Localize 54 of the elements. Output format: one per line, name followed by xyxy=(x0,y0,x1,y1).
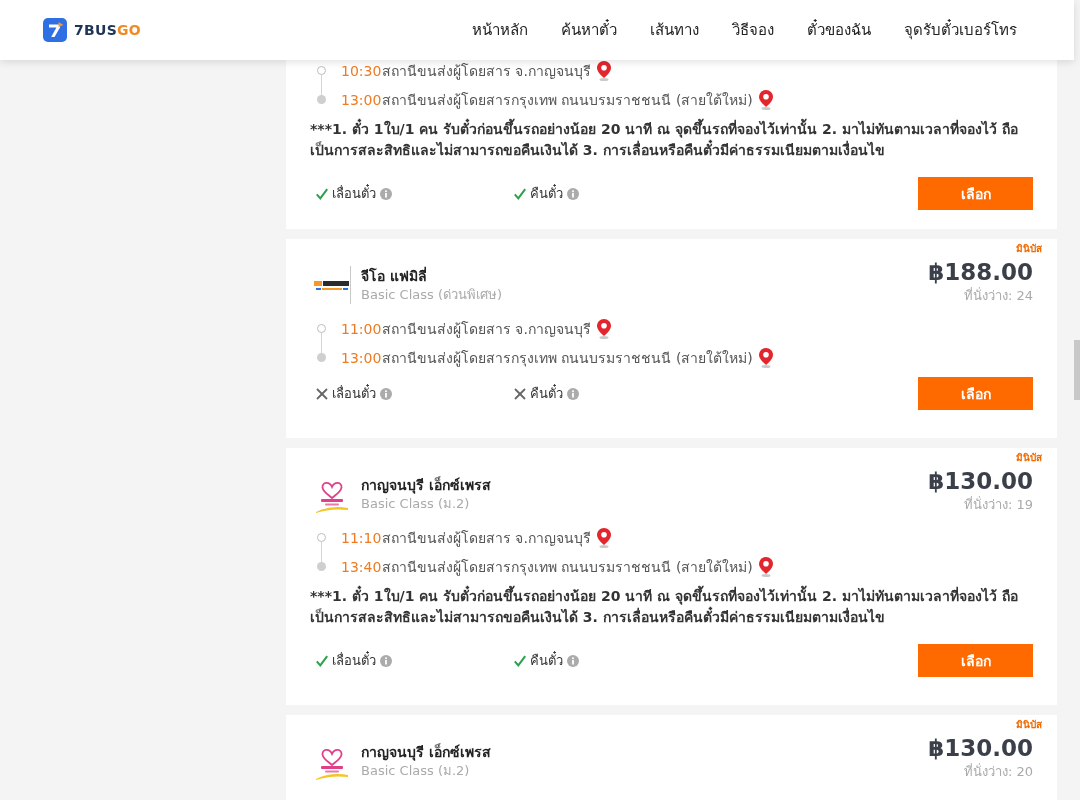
location-pin-icon[interactable] xyxy=(596,318,611,339)
operator-name: จีโอ แฟมิลี่ xyxy=(361,266,427,286)
seats-available: ที่นั่งว่าง: 20 xyxy=(963,762,1033,781)
ticket-price: ฿130.00 xyxy=(928,467,1033,495)
bus-type-label: มินิบัส xyxy=(1016,718,1042,732)
station-name: สถานีขนส่งผู้โดยสาร จ.กาญจนบุรี xyxy=(382,528,591,549)
ticket-conditions-text: ***1. ตั๋ว 1ใบ/1 คน รับตั๋วก่อนขึ้นรถอย่างน้อย 20 นาที ณ จุดขึ้นรถที่จองไว้เท่านั้น 2. มาไม่ทันตามเวลาที่จองไว้ ถือเป็นการสละสิทธิและไม่สามารถขอคืนเงินได้ 3. การเลื่อนหรือคืนตั๋วมีค่าธรรมเนียมตามเงื่อนไข xyxy=(310,586,1033,628)
stop-time: 11:00 xyxy=(341,320,382,337)
policy-label: คืนตั๋ว xyxy=(530,183,563,203)
station-name: สถานีขนส่งผู้โดยสาร จ.กาญจนบุรี xyxy=(382,61,591,82)
logo-text[interactable]: 7BUSGO xyxy=(74,22,142,38)
policy-label: เลื่อนตั๋ว xyxy=(332,183,376,203)
nav-link[interactable]: ค้นหาตั๋ว xyxy=(561,18,617,42)
stop-time: 13:00 xyxy=(341,349,382,366)
bus-type-label: มินิบัส xyxy=(1016,242,1042,256)
bus-type-label: มินิบัส xyxy=(1016,451,1042,465)
location-pin-icon[interactable] xyxy=(758,347,773,368)
policy-label: เลื่อนตั๋ว xyxy=(332,650,376,670)
stop-time: 13:40 xyxy=(341,558,382,575)
location-pin-icon[interactable] xyxy=(596,60,611,81)
scrollbar-thumb[interactable] xyxy=(1074,340,1080,400)
departure-dot xyxy=(316,66,326,75)
nav-link[interactable]: หน้าหลัก xyxy=(472,18,528,42)
policy-label: เลื่อนตั๋ว xyxy=(332,383,376,403)
stop-time: 10:30 xyxy=(341,62,382,79)
bus-class: Basic Class (ม.2) xyxy=(361,495,470,513)
station-name: สถานีขนส่งผู้โดยสาร จ.กาญจนบุรี xyxy=(382,319,591,340)
stop-time: 11:10 xyxy=(341,529,382,546)
nav-link[interactable]: ตั๋วของฉัน xyxy=(807,18,871,42)
ticket-price: ฿188.00 xyxy=(928,258,1033,286)
policy-label: คืนตั๋ว xyxy=(530,383,563,403)
departure-dot xyxy=(316,533,326,542)
location-pin-icon[interactable] xyxy=(596,527,611,548)
bus-class: Basic Class (ด่วนพิเศษ) xyxy=(361,286,503,304)
ticket-price: ฿130.00 xyxy=(928,734,1033,762)
location-pin-icon[interactable] xyxy=(758,89,773,110)
station-name: สถานีขนส่งผู้โดยสารกรุงเทพ ถนนบรมราชชนนี (สายใต้ใหม่) xyxy=(382,90,753,111)
operator-name: กาญจนบุรี เอ็กซ์เพรส xyxy=(361,475,491,495)
location-pin-icon[interactable] xyxy=(758,556,773,577)
logo-icon[interactable] xyxy=(43,18,67,42)
operator-logo xyxy=(313,266,351,304)
departure-dot xyxy=(316,324,326,333)
policy-label: คืนตั๋ว xyxy=(530,650,563,670)
stop-time: 13:00 xyxy=(341,91,382,108)
operator-name: กาญจนบุรี เอ็กซ์เพรส xyxy=(361,742,491,762)
nav-link[interactable]: วิธีจอง xyxy=(732,18,774,42)
ticket-conditions-text: ***1. ตั๋ว 1ใบ/1 คน รับตั๋วก่อนขึ้นรถอย่างน้อย 20 นาที ณ จุดขึ้นรถที่จองไว้เท่านั้น 2. มาไม่ทันตามเวลาที่จองไว้ ถือเป็นการสละสิทธิและไม่สามารถขอคืนเงินได้ 3. การเลื่อนหรือคืนตั๋วมีค่าธรรมเนียมตามเงื่อนไข xyxy=(310,119,1033,161)
seats-available: ที่นั่งว่าง: 24 xyxy=(963,286,1033,305)
bus-class: Basic Class (ม.2) xyxy=(361,762,470,780)
station-name: สถานีขนส่งผู้โดยสารกรุงเทพ ถนนบรมราชชนนี (สายใต้ใหม่) xyxy=(382,557,753,578)
station-name: สถานีขนส่งผู้โดยสารกรุงเทพ ถนนบรมราชชนนี (สายใต้ใหม่) xyxy=(382,348,753,369)
nav-link[interactable]: จุดรับตั๋วเบอร์โทร xyxy=(904,18,1017,42)
nav-link[interactable]: เส้นทาง xyxy=(650,18,699,42)
seats-available: ที่นั่งว่าง: 19 xyxy=(963,495,1033,514)
